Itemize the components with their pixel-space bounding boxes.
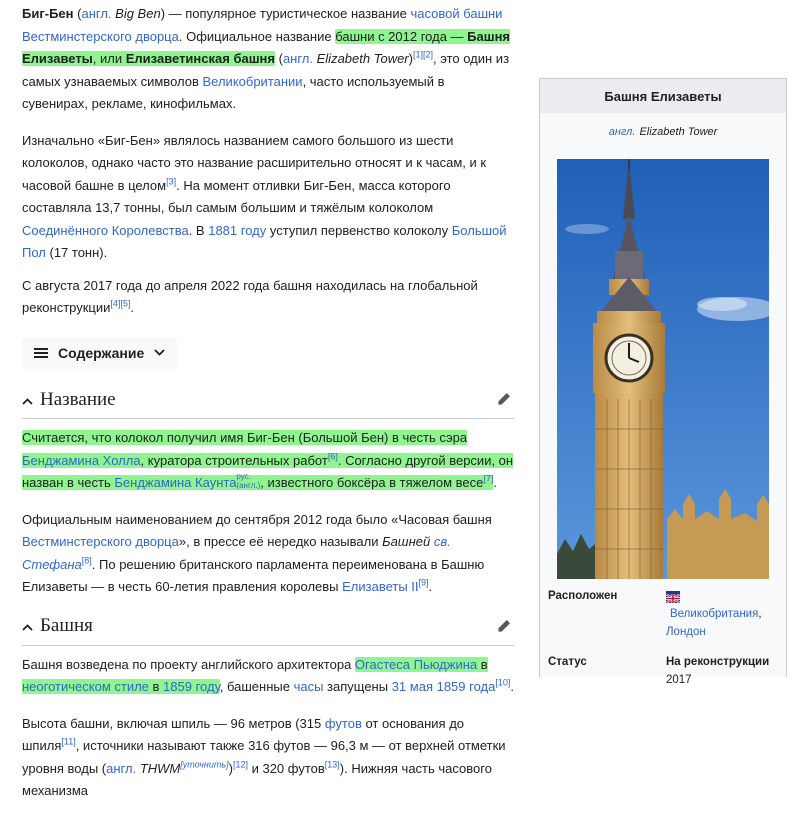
infobox-title: Башня Елизаветы bbox=[540, 79, 786, 113]
lang-link[interactable]: англ. bbox=[283, 51, 313, 66]
reference-link[interactable]: [3] bbox=[166, 176, 176, 186]
reference-link[interactable]: [8] bbox=[82, 555, 92, 565]
reference-link[interactable]: [12] bbox=[233, 759, 248, 769]
infobox-row-location: Расположен Великобритания, Лондон bbox=[548, 587, 780, 641]
feet-link[interactable]: футов bbox=[325, 716, 362, 731]
reference-link[interactable]: [11] bbox=[61, 737, 75, 747]
reference-link[interactable]: [9] bbox=[419, 578, 429, 588]
uk-flag-icon bbox=[665, 591, 681, 605]
contents-toggle-button[interactable]: Содержание bbox=[22, 336, 178, 369]
reference-link[interactable]: [7] bbox=[483, 474, 493, 484]
date-link[interactable]: 31 мая 1859 года bbox=[392, 679, 496, 694]
uk-link[interactable]: Соединённого Королевства bbox=[22, 223, 189, 238]
reference-link[interactable]: [13] bbox=[325, 759, 340, 769]
neo-gothic-link[interactable]: неоготическом стиле bbox=[22, 679, 149, 694]
intro-paragraph-3: С августа 2017 года до апреля 2022 года … bbox=[22, 277, 478, 316]
contents-label: Содержание bbox=[58, 344, 145, 361]
reference-link[interactable]: [10] bbox=[495, 678, 510, 688]
chevron-down-icon bbox=[154, 349, 165, 357]
great-britain-link[interactable]: Великобритании bbox=[203, 74, 303, 89]
year-1859-link[interactable]: 1859 году bbox=[163, 679, 220, 694]
section-name-paragraph-2: Официальным наименованием до сентября 20… bbox=[22, 511, 492, 595]
section-name-paragraph-1: Считается, что колокол получил имя Биг-Б… bbox=[22, 430, 514, 490]
section-tower-paragraph-1: Башня возведена по проекту английского а… bbox=[22, 656, 514, 694]
reference-link[interactable]: [1][2] bbox=[413, 50, 433, 60]
article-subject: Биг-Бен bbox=[22, 6, 74, 21]
year-1881-link[interactable]: 1881 году bbox=[208, 223, 266, 238]
lang-link[interactable]: англ. bbox=[81, 6, 111, 21]
infobox-subtitle: англ. Elizabeth Tower bbox=[608, 126, 718, 138]
benjamin-hall-link[interactable]: Бенджамина Холла bbox=[22, 453, 141, 468]
big-ben-photo[interactable] bbox=[557, 159, 769, 579]
section-heading-name: Название bbox=[22, 382, 514, 419]
intro-paragraph-1: Биг-Бен (англ. Big Ben) — популярное тур… bbox=[22, 6, 511, 111]
edit-pencil-icon[interactable] bbox=[496, 391, 512, 407]
westminster-palace-link[interactable]: Вестминстерского дворца bbox=[22, 534, 179, 549]
pugin-link[interactable]: Огастеса Пьюджина bbox=[355, 657, 477, 672]
elizabeth-ii-link[interactable]: Елизаветы II bbox=[342, 579, 418, 594]
list-icon bbox=[34, 347, 48, 358]
status-value: На реконструкции bbox=[666, 656, 770, 668]
infobox-key: Расположен bbox=[548, 590, 618, 602]
intro-paragraph-2: Изначально «Биг-Бен» являлось названием … bbox=[22, 132, 507, 261]
lang-link[interactable]: англ. bbox=[609, 126, 636, 138]
reference-link[interactable]: [6] bbox=[328, 451, 338, 461]
clock-link[interactable]: часы bbox=[294, 679, 324, 694]
london-link[interactable]: Лондон bbox=[666, 626, 706, 638]
collapse-section-icon[interactable] bbox=[22, 389, 40, 412]
benjamin-caunt-link[interactable]: Бенджамина Каунта bbox=[114, 475, 236, 490]
lang-link[interactable]: англ. bbox=[106, 761, 136, 776]
infobox-row-status: Статус На реконструкции 2017 bbox=[548, 653, 780, 689]
clarify-link[interactable]: [уточнить] bbox=[180, 759, 228, 769]
section-title: Название bbox=[40, 388, 116, 410]
reference-link[interactable]: [4][5] bbox=[110, 299, 130, 309]
great-britain-link[interactable]: Великобритания bbox=[670, 608, 758, 620]
collapse-section-icon[interactable] bbox=[22, 615, 40, 638]
edit-pencil-icon[interactable] bbox=[496, 618, 512, 634]
article-body: Биг-Бен (англ. Big Ben) — популярное тур… bbox=[22, 0, 514, 813]
section-heading-tower: Башня bbox=[22, 609, 514, 646]
infobox: Башня Елизаветы англ. Elizabeth Tower Ра… bbox=[539, 78, 787, 686]
section-title: Башня bbox=[40, 615, 93, 637]
infobox-key: Статус bbox=[548, 656, 587, 668]
section-tower-paragraph-2: Высота башни, включая шпиль — 96 метров … bbox=[22, 715, 506, 799]
